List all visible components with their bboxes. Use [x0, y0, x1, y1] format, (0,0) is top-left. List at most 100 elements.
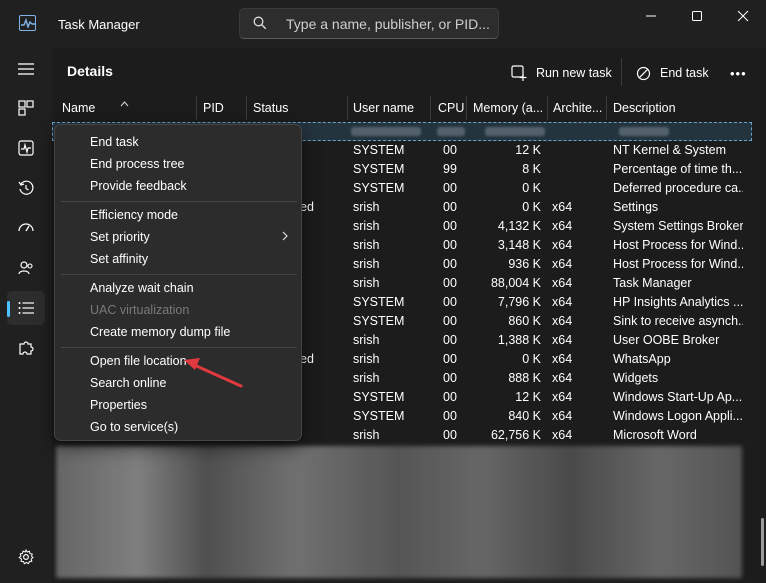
cell-cpu: 00: [443, 428, 457, 442]
search-icon: [253, 16, 267, 33]
cell-cpu: 00: [443, 143, 457, 157]
cell-cpu: 00: [443, 314, 457, 328]
processes-icon: [18, 100, 34, 116]
cell-user: SYSTEM: [353, 390, 405, 404]
title-bar: Task Manager Type a name, publisher, or …: [0, 0, 766, 48]
nav-app-history[interactable]: [7, 171, 45, 205]
chevron-right-icon: [281, 230, 289, 245]
cell-cpu: 00: [443, 352, 457, 366]
cell-description: User OOBE Broker: [613, 333, 720, 347]
vertical-scrollbar[interactable]: [761, 518, 764, 566]
cell-status: ed: [300, 352, 314, 366]
column-divider[interactable]: [466, 96, 467, 120]
column-pid[interactable]: PID: [203, 101, 224, 115]
cell-memory: 0 K: [522, 200, 541, 214]
redacted-text: [619, 127, 669, 136]
cell-user: srish: [353, 333, 380, 347]
redacted-text: [437, 127, 465, 136]
column-cpu[interactable]: CPU: [438, 101, 464, 115]
cell-arch: x64: [552, 276, 573, 290]
menu-item-set-affinity[interactable]: Set affinity: [90, 252, 148, 266]
column-status[interactable]: Status: [253, 101, 288, 115]
menu-item-efficiency-mode[interactable]: Efficiency mode: [90, 208, 178, 222]
end-task-button[interactable]: End task: [636, 58, 709, 88]
minimize-button[interactable]: [628, 0, 674, 32]
close-button[interactable]: [720, 0, 766, 32]
cell-memory: 12 K: [515, 143, 541, 157]
cell-memory: 1,388 K: [497, 333, 541, 347]
nav-performance[interactable]: [7, 131, 45, 165]
cell-cpu: 00: [443, 200, 457, 214]
run-task-icon: [511, 65, 527, 81]
cell-description: Percentage of time th...: [613, 162, 743, 176]
column-divider[interactable]: [246, 96, 247, 120]
menu-item-create-memory-dump-file[interactable]: Create memory dump file: [90, 325, 230, 339]
menu-separator: [61, 347, 297, 348]
nav-startup-apps[interactable]: [7, 211, 45, 245]
column-divider[interactable]: [547, 96, 548, 120]
column-divider[interactable]: [347, 96, 348, 120]
cell-memory: 840 K: [508, 409, 541, 423]
menu-item-go-to-services[interactable]: Go to service(s): [90, 420, 178, 434]
menu-item-set-priority[interactable]: Set priority: [90, 230, 150, 244]
cell-cpu: 00: [443, 276, 457, 290]
column-description[interactable]: Description: [613, 101, 676, 115]
cell-user: srish: [353, 238, 380, 252]
hamburger-icon: [18, 63, 34, 75]
gear-icon: [18, 549, 34, 565]
search-placeholder: Type a name, publisher, or PID...: [286, 16, 490, 32]
cell-cpu: 00: [443, 390, 457, 404]
cell-cpu: 00: [443, 238, 457, 252]
column-name[interactable]: Name: [62, 101, 95, 115]
column-user-name[interactable]: User name: [353, 101, 414, 115]
cell-memory: 3,148 K: [497, 238, 541, 252]
nav-processes[interactable]: [7, 91, 45, 125]
menu-item-search-online[interactable]: Search online: [90, 376, 166, 390]
cell-arch: x64: [552, 333, 573, 347]
menu-item-end-task[interactable]: End task: [90, 135, 139, 149]
run-new-task-button[interactable]: Run new task: [511, 58, 612, 88]
column-architecture[interactable]: Archite...: [553, 101, 602, 115]
nav-settings[interactable]: [7, 540, 45, 574]
cell-description: Host Process for Wind...: [613, 257, 743, 271]
search-input[interactable]: Type a name, publisher, or PID...: [239, 8, 499, 39]
cell-cpu: 00: [443, 257, 457, 271]
app-title: Task Manager: [58, 17, 140, 32]
menu-item-open-file-location[interactable]: Open file location: [90, 354, 187, 368]
cell-user: srish: [353, 257, 380, 271]
cell-description: Settings: [613, 200, 659, 214]
close-icon: [737, 10, 749, 22]
puzzle-icon: [19, 341, 34, 355]
cell-cpu: 00: [443, 371, 457, 385]
column-divider[interactable]: [196, 96, 197, 120]
end-task-icon: [636, 66, 651, 80]
cell-description: HP Insights Analytics ...: [613, 295, 743, 309]
cell-description: Sink to receive asynch...: [613, 314, 743, 328]
menu-item-analyze-wait-chain[interactable]: Analyze wait chain: [90, 281, 194, 295]
menu-item-end-process-tree[interactable]: End process tree: [90, 157, 185, 171]
menu-item-properties[interactable]: Properties: [90, 398, 147, 412]
column-divider[interactable]: [430, 96, 431, 120]
cell-user: srish: [353, 352, 380, 366]
cell-memory: 0 K: [522, 181, 541, 195]
cell-user: srish: [353, 276, 380, 290]
nav-services[interactable]: [7, 331, 45, 365]
nav-details[interactable]: [7, 291, 45, 325]
maximize-icon: [692, 11, 702, 21]
cell-arch: x64: [552, 371, 573, 385]
maximize-button[interactable]: [674, 0, 720, 32]
cell-description: Deferred procedure ca...: [613, 181, 743, 195]
cell-description: NT Kernel & System: [613, 143, 727, 157]
more-options-icon: •••: [730, 65, 747, 81]
more-options-button[interactable]: •••: [730, 58, 747, 88]
column-memory[interactable]: Memory (a...: [473, 101, 543, 115]
nav-users[interactable]: [7, 251, 45, 285]
hamburger-menu-button[interactable]: [7, 52, 45, 86]
blurred-process-rows: [56, 446, 742, 578]
cell-description: Windows Logon Appli...: [613, 409, 743, 423]
menu-item-provide-feedback[interactable]: Provide feedback: [90, 179, 187, 193]
column-divider[interactable]: [606, 96, 607, 120]
cell-cpu: 00: [443, 333, 457, 347]
task-manager-app-icon: [19, 15, 36, 31]
cell-status: ed: [300, 200, 314, 214]
